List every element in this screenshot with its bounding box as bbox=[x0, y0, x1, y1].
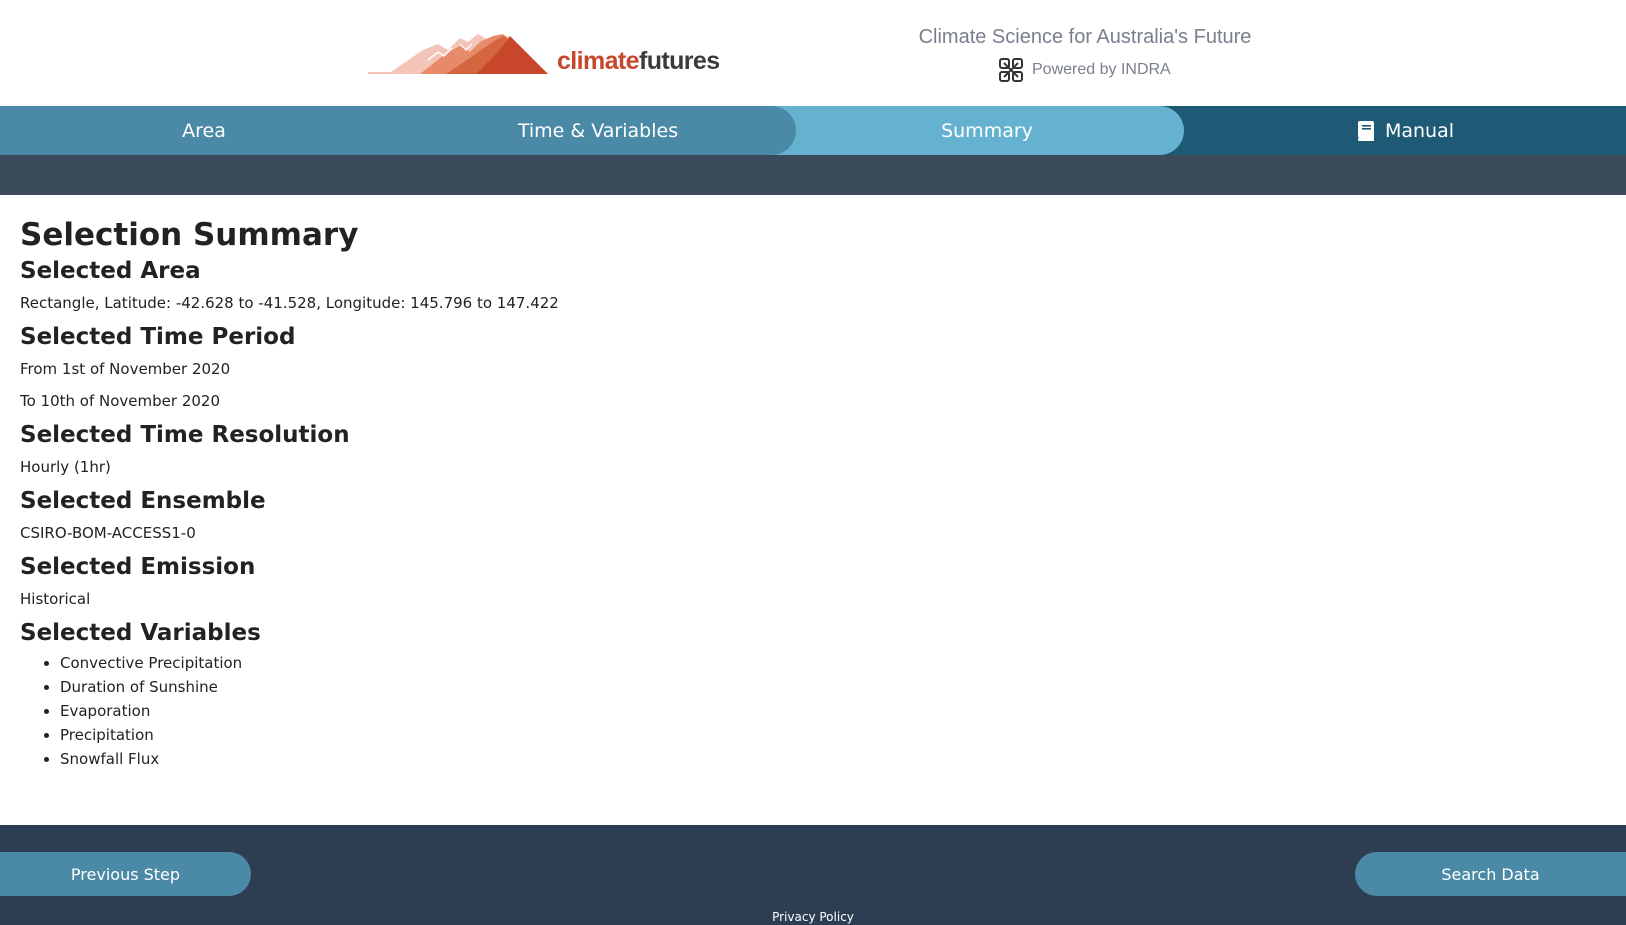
sub-bar bbox=[0, 155, 1626, 195]
powered-by[interactable]: Powered by INDRA bbox=[998, 56, 1171, 84]
tab-manual[interactable]: Manual bbox=[1184, 106, 1626, 155]
site-header: climatefutures Climate Science for Austr… bbox=[0, 0, 1626, 106]
page-footer: Previous Step Search Data Privacy Policy bbox=[0, 825, 1626, 925]
time-period-from: From 1st of November 2020 bbox=[20, 360, 231, 378]
site-tagline: Climate Science for Australia's Future bbox=[918, 26, 1252, 48]
tab-time-variables-label: Time & Variables bbox=[517, 119, 679, 142]
tab-manual-label: Manual bbox=[1384, 119, 1455, 142]
selected-emission-heading: Selected Emission bbox=[20, 554, 256, 580]
selected-time-resolution-heading: Selected Time Resolution bbox=[20, 422, 350, 448]
list-item: Snowfall Flux bbox=[60, 747, 1600, 771]
selected-ensemble-heading: Selected Ensemble bbox=[20, 488, 266, 514]
list-item: Precipitation bbox=[60, 723, 1600, 747]
tab-area[interactable]: Area bbox=[0, 106, 408, 155]
selected-variables-heading: Selected Variables bbox=[20, 620, 261, 646]
search-data-button[interactable]: Search Data bbox=[1355, 852, 1626, 896]
time-period-to: To 10th of November 2020 bbox=[20, 392, 221, 410]
indra-knot-icon bbox=[999, 58, 1023, 82]
page-title: Selection Summary bbox=[20, 217, 359, 253]
time-resolution-value: Hourly (1hr) bbox=[20, 458, 111, 476]
selected-area-value: Rectangle, Latitude: -42.628 to -41.528,… bbox=[20, 294, 559, 312]
logo-wordmark: climatefutures bbox=[557, 47, 720, 76]
previous-step-label: Previous Step bbox=[70, 864, 181, 884]
emission-value: Historical bbox=[20, 590, 91, 608]
list-item: Convective Precipitation bbox=[60, 651, 1600, 675]
tab-summary-label: Summary bbox=[941, 119, 1033, 142]
ensemble-value: CSIRO-BOM-ACCESS1-0 bbox=[20, 524, 196, 542]
list-item: Evaporation bbox=[60, 699, 1600, 723]
selected-time-period-heading: Selected Time Period bbox=[20, 324, 296, 350]
search-data-label: Search Data bbox=[1441, 864, 1540, 884]
selection-summary: Selection Summary Selected Area Rectangl… bbox=[20, 195, 1600, 771]
logo-text-futures: futures bbox=[638, 47, 720, 75]
climatefutures-logo[interactable]: climatefutures bbox=[368, 30, 720, 80]
mountain-logo-icon bbox=[368, 34, 548, 74]
tab-time-variables[interactable]: Time & Variables bbox=[380, 106, 796, 155]
powered-by-text: Powered by INDRA bbox=[1032, 61, 1171, 78]
tab-summary[interactable]: Summary bbox=[770, 106, 1184, 155]
previous-step-button[interactable]: Previous Step bbox=[0, 852, 251, 896]
variables-list: Convective Precipitation Duration of Sun… bbox=[20, 651, 1600, 771]
step-tabs: Area Time & Variables Summary Manual bbox=[0, 106, 1626, 155]
privacy-policy-link[interactable]: Privacy Policy bbox=[0, 910, 1626, 924]
selected-area-heading: Selected Area bbox=[20, 258, 201, 284]
book-icon bbox=[1357, 120, 1374, 141]
list-item: Duration of Sunshine bbox=[60, 675, 1600, 699]
logo-text-climate: climate bbox=[557, 47, 640, 75]
tab-area-label: Area bbox=[182, 119, 226, 142]
